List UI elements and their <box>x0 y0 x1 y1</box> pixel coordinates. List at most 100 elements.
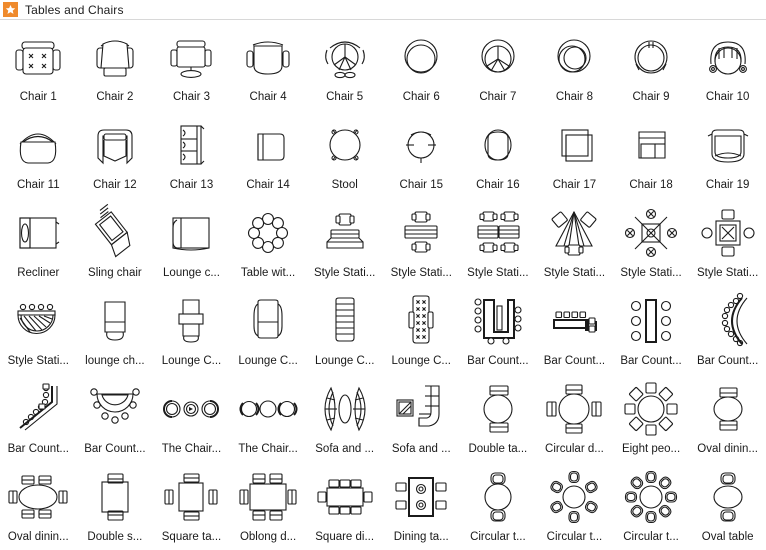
bar-counter-curved-stools[interactable] <box>692 289 764 353</box>
dining-table-bold-four-chairs[interactable] <box>385 465 457 529</box>
shape-item[interactable]: Chair 18 <box>613 110 690 198</box>
shape-item[interactable]: Chair 4 <box>230 22 307 110</box>
eight-people-round-table[interactable] <box>615 377 687 441</box>
shape-item[interactable]: Chair 10 <box>689 22 766 110</box>
bar-counter-angled-stools[interactable] <box>2 377 74 441</box>
shape-item[interactable]: Circular t... <box>613 462 690 550</box>
shape-item[interactable]: Chair 5 <box>306 22 383 110</box>
chair-rounded-arms[interactable] <box>232 25 304 89</box>
shape-item[interactable]: Lounge C... <box>230 286 307 374</box>
shape-item[interactable]: Chair 9 <box>613 22 690 110</box>
chair-square-side-panel[interactable] <box>232 113 304 177</box>
chair-square-arm-block[interactable] <box>615 113 687 177</box>
chair-round-cross-legs[interactable] <box>385 113 457 177</box>
chair-round-five-spoke[interactable] <box>462 25 534 89</box>
shape-item[interactable]: Lounge C... <box>306 286 383 374</box>
chair-oval-tub[interactable] <box>462 113 534 177</box>
shape-item[interactable]: Eight peo... <box>613 374 690 462</box>
shape-item[interactable]: Square di... <box>306 462 383 550</box>
chair-round-tufted-scroll-arms[interactable] <box>692 25 764 89</box>
shape-item[interactable]: Chair 8 <box>536 22 613 110</box>
shape-item[interactable]: Chair 13 <box>153 110 230 198</box>
oval-dining-two-chairs[interactable] <box>692 377 764 441</box>
shape-item[interactable]: Chair 11 <box>0 110 77 198</box>
lounge-chair-square[interactable] <box>155 201 227 265</box>
shape-item[interactable]: Chair 1 <box>0 22 77 110</box>
shape-item[interactable]: lounge ch... <box>77 286 154 374</box>
shape-item[interactable]: Bar Count... <box>613 286 690 374</box>
shape-item[interactable]: Recliner <box>0 198 77 286</box>
shape-item[interactable]: Sling chair <box>77 198 154 286</box>
chair-round-double-ring[interactable] <box>385 25 457 89</box>
shape-item[interactable]: Bar Count... <box>0 374 77 462</box>
lounge-chair-rounded-rect[interactable] <box>232 289 304 353</box>
shape-item[interactable]: Style Stati... <box>689 198 766 286</box>
shape-item[interactable]: Oval dinin... <box>0 462 77 550</box>
style-station-single-counter[interactable] <box>309 201 381 265</box>
bar-counter-semicircle-stools[interactable] <box>79 377 151 441</box>
shape-item[interactable]: Circular t... <box>460 462 537 550</box>
shape-item[interactable]: Chair 14 <box>230 110 307 198</box>
shape-item[interactable]: Chair 3 <box>153 22 230 110</box>
shape-item[interactable]: Bar Count... <box>460 286 537 374</box>
double-table-round-two-chairs[interactable] <box>462 377 534 441</box>
chair-office-pedestal[interactable] <box>155 25 227 89</box>
shape-item[interactable]: Chair 19 <box>689 110 766 198</box>
circular-table-six-chairs[interactable] <box>538 465 610 529</box>
stool-round-four-leg[interactable] <box>309 113 381 177</box>
shape-item[interactable]: Double ta... <box>460 374 537 462</box>
shape-item[interactable]: Lounge c... <box>153 198 230 286</box>
chair-bench-three-seat[interactable] <box>155 113 227 177</box>
chair-group-three-armchair[interactable] <box>232 377 304 441</box>
shape-item[interactable]: Double s... <box>77 462 154 550</box>
shape-item[interactable]: Oval table <box>689 462 766 550</box>
double-square-table-two-chairs[interactable] <box>79 465 151 529</box>
shape-item[interactable]: Chair 16 <box>460 110 537 198</box>
chair-round-crescent-back[interactable] <box>538 25 610 89</box>
shape-item[interactable]: Chair 6 <box>383 22 460 110</box>
shape-item[interactable]: Chair 2 <box>77 22 154 110</box>
shape-item[interactable]: Lounge C... <box>383 286 460 374</box>
shape-item[interactable]: Circular t... <box>536 462 613 550</box>
bar-counter-straight-six-stools[interactable] <box>615 289 687 353</box>
shape-item[interactable]: Table wit... <box>230 198 307 286</box>
shape-item[interactable]: Oblong d... <box>230 462 307 550</box>
shape-item[interactable]: Chair 12 <box>77 110 154 198</box>
style-station-four-seat-bench[interactable] <box>462 201 534 265</box>
chair-curved-back-arms[interactable] <box>79 25 151 89</box>
recliner-side-view[interactable] <box>2 201 74 265</box>
lounge-chair-tufted-grid[interactable] <box>385 289 457 353</box>
sofa-and-table-corner-l[interactable] <box>385 377 457 441</box>
style-station-x-four-mirror[interactable] <box>615 201 687 265</box>
circular-table-two-chairs[interactable] <box>462 465 534 529</box>
shape-item[interactable]: Chair 7 <box>460 22 537 110</box>
oval-table-two-chairs[interactable] <box>692 465 764 529</box>
oval-dining-six-chairs[interactable] <box>2 465 74 529</box>
chair-square-nested[interactable] <box>538 113 610 177</box>
shape-item[interactable]: Bar Count... <box>689 286 766 374</box>
style-station-double-counter[interactable] <box>385 201 457 265</box>
lounge-chair-banded[interactable] <box>155 289 227 353</box>
style-station-square-x-four[interactable] <box>692 201 764 265</box>
square-dining-six-chairs[interactable] <box>309 465 381 529</box>
chair-wide-tub-arms[interactable] <box>692 113 764 177</box>
bar-counter-l-shape-stools[interactable] <box>538 289 610 353</box>
square-table-four-chairs[interactable] <box>155 465 227 529</box>
shape-item[interactable]: Lounge C... <box>153 286 230 374</box>
shape-item[interactable]: Stool <box>306 110 383 198</box>
circular-dining-four-chairs[interactable] <box>538 377 610 441</box>
chair-round-split-back[interactable] <box>615 25 687 89</box>
table-with-eight-chairs-circle[interactable] <box>232 201 304 265</box>
chair-swivel-star-base[interactable] <box>309 25 381 89</box>
lounge-chair-ribbed[interactable] <box>309 289 381 353</box>
shape-item[interactable]: Chair 15 <box>383 110 460 198</box>
sling-chair-angled[interactable] <box>79 201 151 265</box>
shape-item[interactable]: Bar Count... <box>77 374 154 462</box>
shape-item[interactable]: Chair 17 <box>536 110 613 198</box>
shape-item[interactable]: Style Stati... <box>383 198 460 286</box>
shape-item[interactable]: Style Stati... <box>536 198 613 286</box>
shape-item[interactable]: Style Stati... <box>460 198 537 286</box>
oblong-dining-six-chairs[interactable] <box>232 465 304 529</box>
shape-item[interactable]: Circular d... <box>536 374 613 462</box>
circular-table-eight-chairs[interactable] <box>615 465 687 529</box>
